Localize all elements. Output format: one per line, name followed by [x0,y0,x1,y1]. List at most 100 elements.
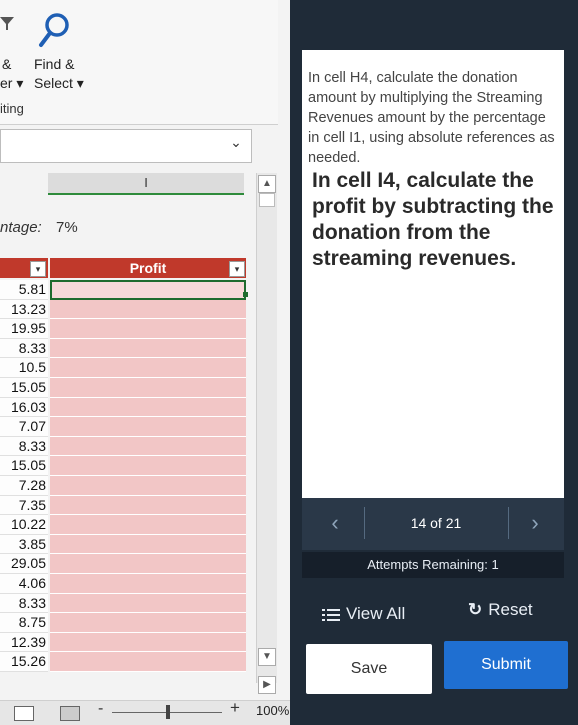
profit-cell[interactable] [50,397,246,418]
reset-button[interactable]: ↻ Reset [468,596,560,624]
revenue-cell[interactable]: 15.26 [0,652,48,672]
revenue-cell[interactable]: 13.23 [0,299,48,320]
percentage-value[interactable]: 7% [56,219,78,236]
table-row: 13.23 [0,299,250,320]
revenue-cell[interactable]: 29.05 [0,554,48,574]
find-select-label[interactable]: Find & [34,56,74,72]
list-icon [322,608,340,621]
excel-window: & Find & er ▾ Select ▾ iting ⌄ I ▲ ▼ ▶ n… [0,0,290,725]
table-row: 12.39 [0,632,250,653]
table-row: 15.26 [0,652,250,672]
next-step-button[interactable]: › [518,508,552,538]
active-profit-cell[interactable] [50,280,246,300]
table-row: 3.85 [0,534,250,555]
nav-divider [508,507,509,539]
revenue-cell[interactable]: 15.05 [0,456,48,476]
profit-cell[interactable] [50,573,246,594]
sort-filter-label-line2[interactable]: er ▾ [0,75,23,92]
profit-cell[interactable] [50,338,246,359]
profit-filter-dropdown-icon[interactable]: ▾ [229,261,245,277]
profit-cell[interactable] [50,593,246,614]
column-header-i[interactable]: I [48,173,244,195]
table-row: 10.5 [0,358,250,378]
profit-cell[interactable] [50,515,246,535]
profit-cell[interactable] [50,534,246,555]
previous-instruction: In cell H4, calculate the donation amoun… [308,70,555,166]
profit-cell[interactable] [50,554,246,574]
filter-dropdown-icon[interactable]: ▾ [30,261,46,277]
profit-cell[interactable] [50,475,246,496]
zoom-level[interactable]: 100% [256,703,289,718]
profit-cell[interactable] [50,319,246,339]
revenue-cell[interactable]: 8.33 [0,436,48,457]
table-row: 10.22 [0,515,250,535]
sort-filter-label[interactable]: & [2,56,11,72]
revenue-cell[interactable]: 15.05 [0,377,48,398]
profit-cell[interactable] [50,652,246,672]
chevron-down-icon[interactable]: ⌄ [226,134,246,154]
attempts-remaining: Attempts Remaining: 1 [302,552,564,578]
profit-header[interactable]: Profit [50,258,246,278]
previous-step-button[interactable]: ‹ [318,508,352,538]
profit-cell[interactable] [50,613,246,633]
normal-view-icon[interactable] [14,706,34,721]
profit-cell[interactable] [50,456,246,476]
scroll-thumb[interactable] [259,193,275,207]
profit-cell[interactable] [50,358,246,378]
table-row: 5.81 [0,280,250,300]
zoom-slider-thumb[interactable] [166,705,170,719]
table-row: 16.03 [0,397,250,418]
percentage-label: ntage: [0,219,42,236]
view-all-button[interactable]: View All [322,600,432,628]
scroll-up-icon[interactable]: ▲ [258,175,276,193]
table-row: 8.33 [0,436,250,457]
scroll-right-icon[interactable]: ▶ [258,676,276,694]
profit-cell[interactable] [50,436,246,457]
revenue-cell[interactable]: 4.06 [0,573,48,594]
formula-bar[interactable] [0,129,252,163]
editing-group-label: iting [0,101,24,116]
revenue-cell[interactable]: 5.81 [0,280,48,300]
current-instruction: In cell I4, calculate the profit by subt… [312,169,554,270]
filter-icon[interactable] [0,16,14,32]
revenue-cell[interactable]: 12.39 [0,632,48,653]
fill-handle[interactable] [243,292,248,297]
revenue-cell[interactable]: 10.5 [0,358,48,378]
find-select-dropdown[interactable]: Select ▾ [34,75,84,92]
table-row: 8.33 [0,338,250,359]
profit-cell[interactable] [50,377,246,398]
profit-cell[interactable] [50,632,246,653]
profit-cell[interactable] [50,495,246,516]
revenue-cell[interactable]: 8.75 [0,613,48,633]
submit-button[interactable]: Submit [444,641,568,689]
table-row: 15.05 [0,456,250,476]
revenue-cell[interactable]: 7.28 [0,475,48,496]
revenue-cell[interactable]: 7.35 [0,495,48,516]
profit-cell[interactable] [50,299,246,320]
view-all-label: View All [346,604,406,623]
zoom-in-button[interactable]: + [230,698,240,718]
revenue-cell[interactable]: 19.95 [0,319,48,339]
revenue-cell[interactable]: 3.85 [0,534,48,555]
page-layout-view-icon[interactable] [60,706,80,721]
table-row: 7.28 [0,475,250,496]
reset-label: Reset [488,600,533,619]
search-icon[interactable] [36,10,72,54]
revenue-cell[interactable]: 7.07 [0,417,48,437]
table-row: 29.05 [0,554,250,574]
zoom-out-button[interactable]: - [98,700,103,718]
revenue-cell[interactable]: 10.22 [0,515,48,535]
profit-cell[interactable] [50,417,246,437]
data-rows: 5.81 13.23 19.95 8.33 10.5 15.05 16.03 7.07 8.33… [0,280,250,672]
save-button[interactable]: Save [306,644,432,694]
table-row: 19.95 [0,319,250,339]
table-row: 4.06 [0,573,250,594]
table-row: 15.05 [0,377,250,398]
revenue-cell[interactable]: 8.33 [0,593,48,614]
revenue-cell[interactable]: 16.03 [0,397,48,418]
reset-icon: ↻ [468,600,483,619]
scroll-down-icon[interactable]: ▼ [258,648,276,666]
revenue-cell[interactable]: 8.33 [0,338,48,359]
vertical-scrollbar[interactable] [256,173,277,683]
table-row: 8.33 [0,593,250,614]
